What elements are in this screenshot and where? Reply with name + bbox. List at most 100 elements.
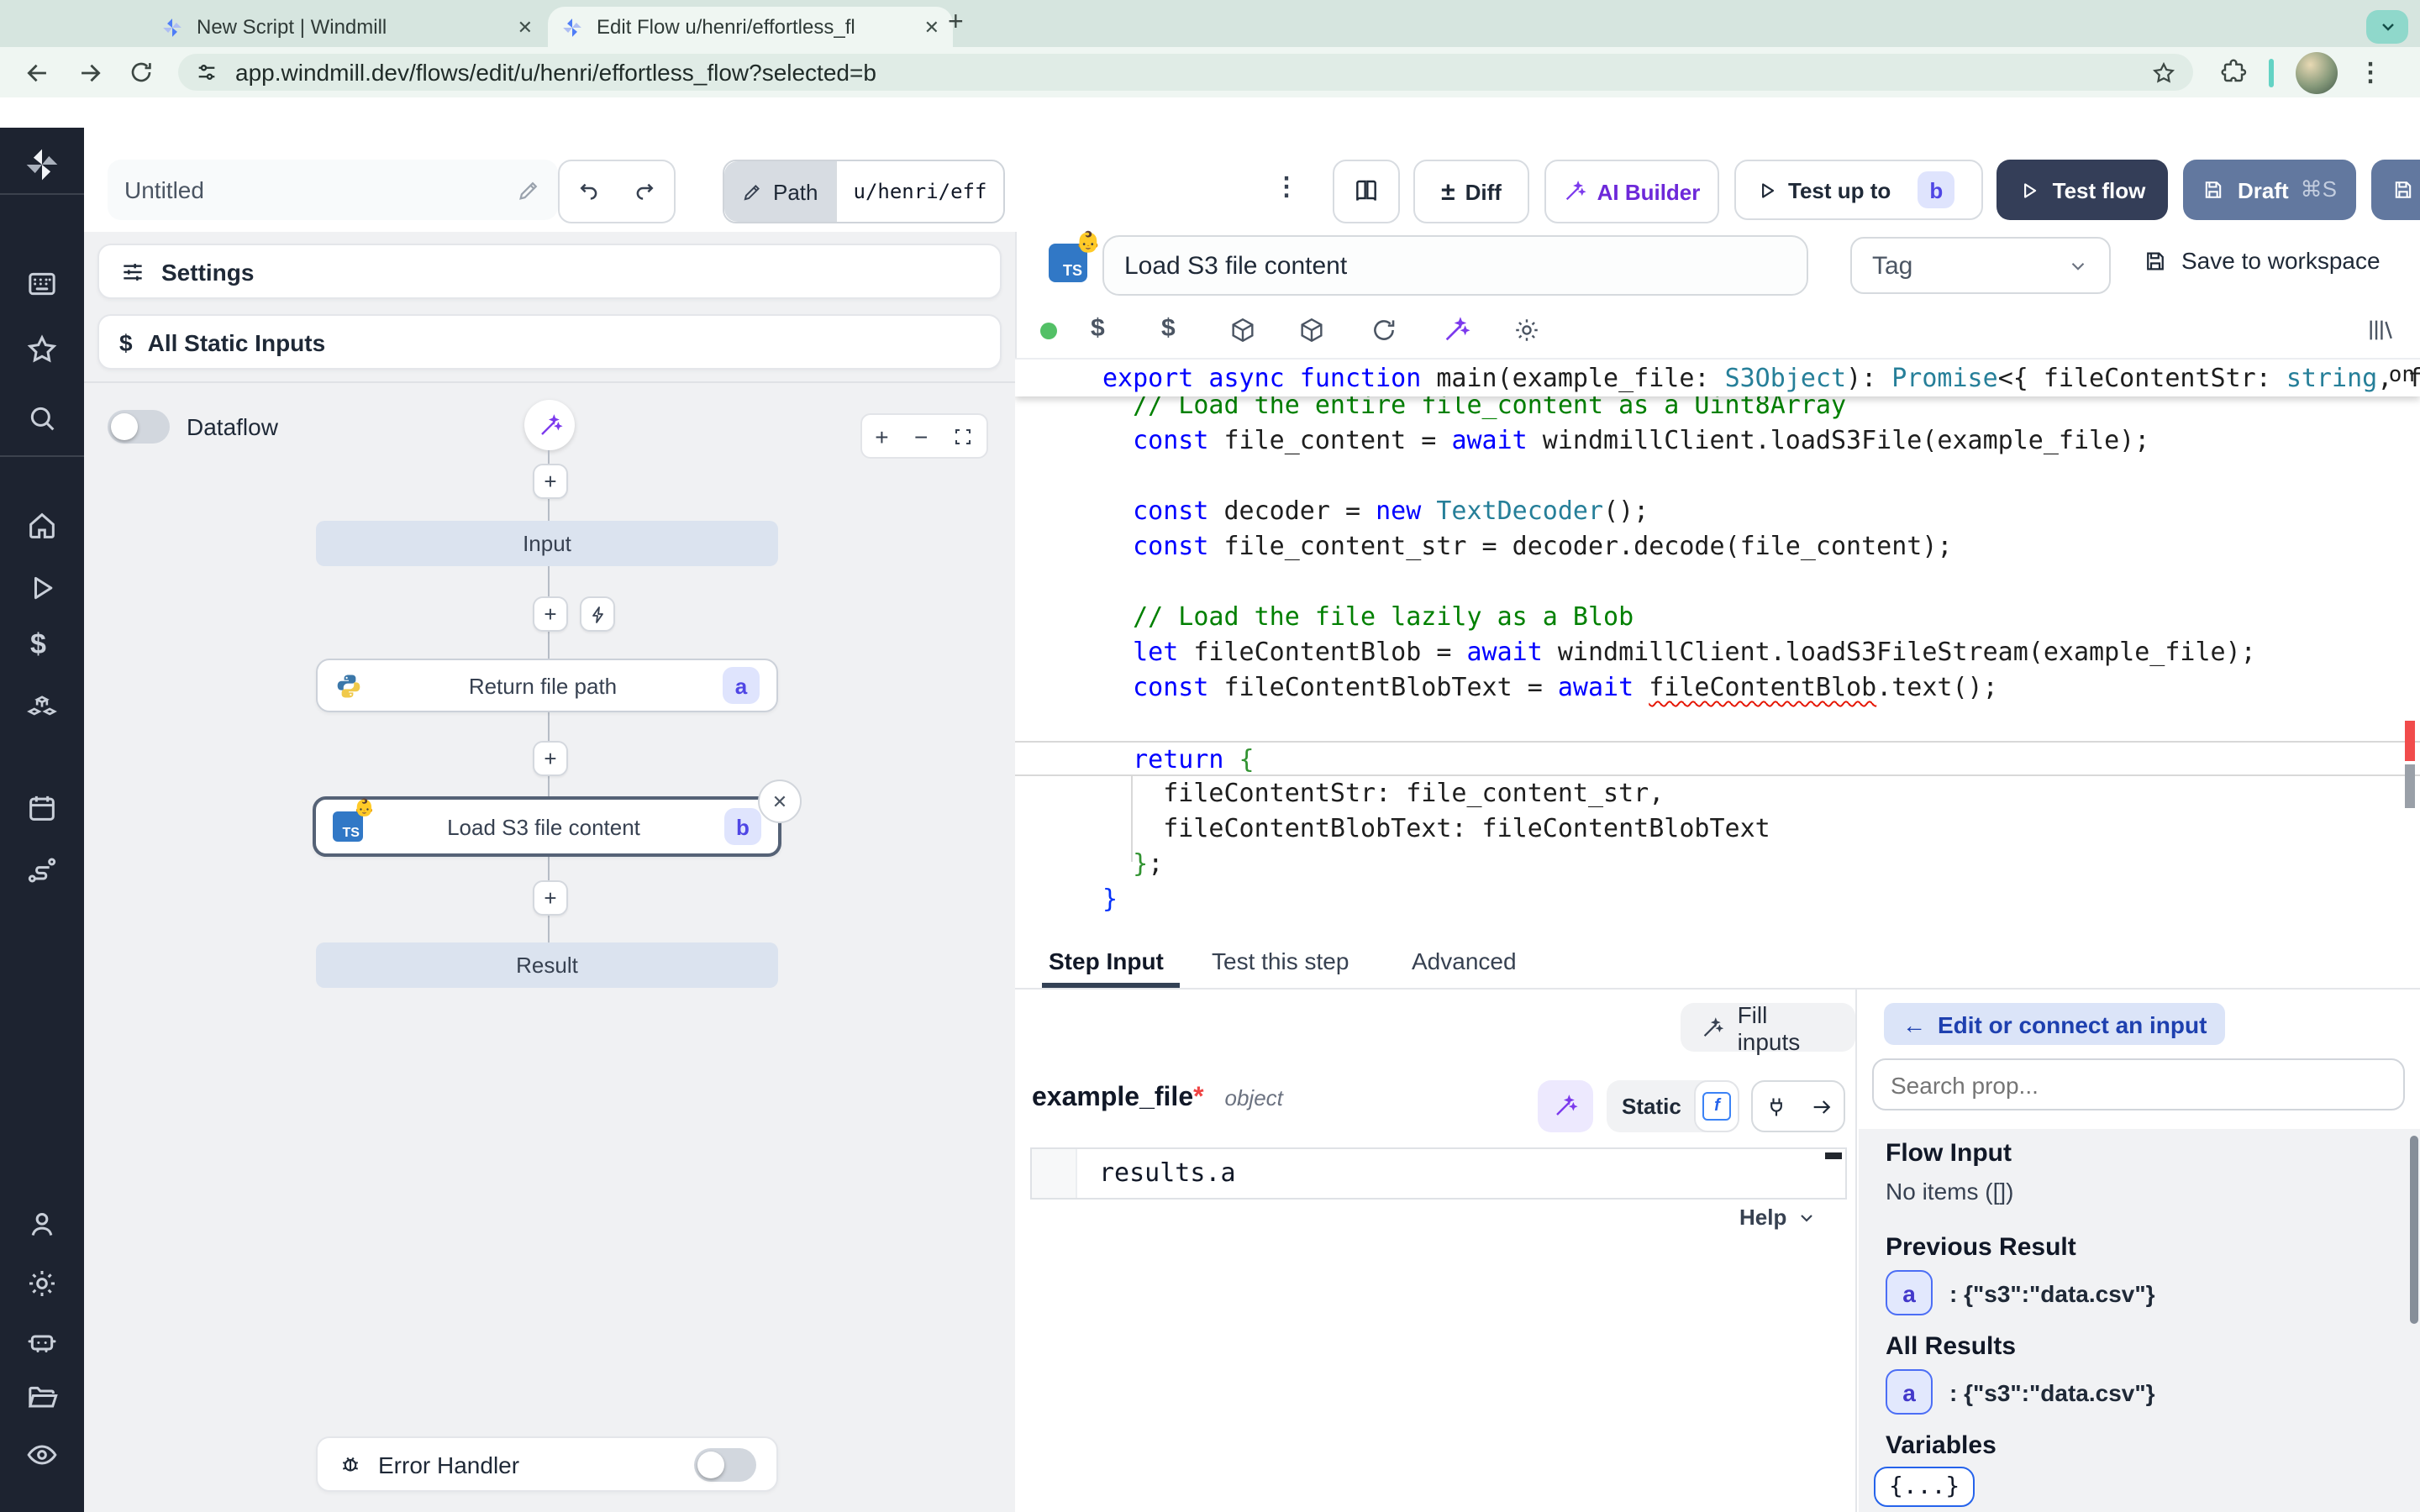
remove-step-button[interactable]: ✕ bbox=[758, 780, 802, 823]
flow-name-field[interactable]: Untitled bbox=[108, 160, 558, 220]
avatar[interactable] bbox=[2296, 51, 2338, 93]
forward-icon[interactable] bbox=[76, 58, 104, 87]
flow-input-node[interactable]: Input bbox=[316, 521, 778, 566]
wand-icon[interactable] bbox=[1442, 316, 1470, 344]
search-icon[interactable] bbox=[25, 402, 59, 435]
step-node-b-selected[interactable]: TS 👶 Load S3 file content b bbox=[313, 796, 781, 857]
add-step-button[interactable]: + bbox=[533, 596, 568, 632]
field-label-row: example_file* object bbox=[1032, 1084, 1283, 1114]
edit-or-connect-button[interactable]: ← Edit or connect an input bbox=[1884, 1003, 2225, 1045]
tab-search-button[interactable] bbox=[2366, 10, 2408, 44]
dataflow-toggle[interactable] bbox=[108, 410, 170, 444]
url-field[interactable]: app.windmill.dev/flows/edit/u/henri/effo… bbox=[178, 54, 2193, 91]
workers-robot-icon[interactable] bbox=[25, 1324, 59, 1357]
editor-scrollbar-thumb[interactable] bbox=[2405, 764, 2415, 808]
site-info-icon[interactable] bbox=[195, 60, 218, 84]
draft-button[interactable]: Draft ⌘S bbox=[2183, 160, 2356, 220]
redo-button[interactable] bbox=[615, 160, 676, 223]
expression-input[interactable]: results.a bbox=[1030, 1147, 1847, 1200]
path-label-segment[interactable]: Path bbox=[724, 161, 835, 222]
audit-eye-icon[interactable] bbox=[25, 1438, 59, 1472]
package-icon[interactable] bbox=[1228, 316, 1257, 344]
extensions-puzzle-icon[interactable] bbox=[2220, 59, 2247, 86]
add-step-button[interactable]: + bbox=[533, 741, 568, 776]
path-value[interactable]: u/henri/eff bbox=[835, 161, 1004, 222]
tab-advanced[interactable]: Advanced bbox=[1412, 934, 1517, 986]
home-icon[interactable] bbox=[25, 509, 59, 543]
error-handler-card[interactable]: Error Handler bbox=[316, 1436, 778, 1492]
connect-scrollbar-thumb[interactable] bbox=[2410, 1136, 2418, 1324]
result-key-badge[interactable]: a bbox=[1886, 1270, 1933, 1315]
javascript-expr-button[interactable]: f bbox=[1695, 1080, 1739, 1132]
search-prop-input[interactable] bbox=[1872, 1058, 2405, 1110]
step-name-input[interactable] bbox=[1102, 235, 1808, 296]
package-icon[interactable] bbox=[1297, 316, 1326, 344]
dollar-icon[interactable]: $ bbox=[1091, 314, 1105, 343]
step-icon-wrap: TS 👶 bbox=[1049, 244, 1087, 284]
ai-flow-wand-button[interactable] bbox=[524, 400, 575, 450]
gear-icon[interactable] bbox=[1512, 316, 1541, 344]
ai-builder-button[interactable]: AI Builder bbox=[1544, 160, 1719, 223]
add-step-button[interactable]: + bbox=[533, 880, 568, 916]
test-flow-button[interactable]: Test flow bbox=[1996, 160, 2168, 220]
wand-icon bbox=[1701, 1016, 1724, 1039]
test-up-to-button[interactable]: Test up to b bbox=[1734, 160, 1983, 220]
tab-close-icon[interactable]: ✕ bbox=[924, 16, 939, 38]
more-options-kebab-icon[interactable]: ⋮ bbox=[1274, 171, 1299, 202]
users-person-icon[interactable] bbox=[25, 1208, 59, 1242]
resources-cubes-icon[interactable] bbox=[25, 692, 59, 726]
undo-button[interactable] bbox=[558, 160, 620, 223]
pencil-icon[interactable] bbox=[516, 177, 541, 202]
variables-dollar-icon[interactable]: $ bbox=[30, 628, 46, 662]
docs-book-button[interactable] bbox=[1333, 160, 1400, 223]
tag-select[interactable]: Tag bbox=[1850, 237, 2111, 294]
fit-view-icon[interactable] bbox=[954, 426, 974, 446]
schedules-calendar-icon[interactable] bbox=[25, 791, 59, 825]
tab-close-icon[interactable]: ✕ bbox=[518, 16, 533, 38]
add-step-button[interactable]: + bbox=[533, 464, 568, 499]
variables-object-badge[interactable]: {...} bbox=[1874, 1467, 1975, 1507]
zoom-out-icon[interactable]: − bbox=[914, 423, 928, 449]
zoom-in-icon[interactable]: + bbox=[875, 423, 888, 449]
refresh-icon[interactable] bbox=[1370, 316, 1398, 344]
all-static-inputs-card[interactable]: $ All Static Inputs bbox=[97, 314, 1002, 370]
reload-icon[interactable] bbox=[128, 59, 155, 86]
tab-step-input[interactable]: Step Input bbox=[1049, 934, 1164, 986]
path-control[interactable]: Path u/henri/eff bbox=[723, 160, 1005, 223]
fill-inputs-button[interactable]: Fill inputs bbox=[1681, 1003, 1855, 1052]
status-dot-icon bbox=[1040, 323, 1057, 339]
previous-result-row[interactable]: a : {"s3":"data.csv"} bbox=[1886, 1270, 2155, 1315]
flow-result-node[interactable]: Result bbox=[316, 942, 778, 988]
folders-folder-icon[interactable] bbox=[25, 1381, 59, 1415]
windmill-logo[interactable] bbox=[24, 146, 60, 183]
all-results-row[interactable]: a : {"s3":"data.csv"} bbox=[1886, 1369, 2155, 1415]
step-node-a[interactable]: Return file path a bbox=[316, 659, 778, 712]
flows-route-icon[interactable] bbox=[25, 853, 59, 887]
settings-gear-icon[interactable] bbox=[25, 1267, 59, 1300]
code-editor[interactable]: // Load the entire file_content as a Uin… bbox=[1015, 358, 2420, 936]
new-tab-button[interactable]: + bbox=[948, 8, 964, 39]
bookmark-star-icon[interactable] bbox=[2151, 60, 2176, 85]
save-to-workspace-button[interactable]: Save to workspace bbox=[2143, 247, 2381, 274]
connect-input-group[interactable] bbox=[1751, 1080, 1845, 1132]
field-ai-wand-button[interactable] bbox=[1538, 1080, 1593, 1132]
app-grid-icon[interactable] bbox=[25, 267, 59, 301]
back-icon[interactable] bbox=[24, 58, 52, 87]
dollar-icon[interactable]: $ bbox=[1161, 314, 1176, 343]
browser-tab-active[interactable]: Edit Flow u/henri/effortless_fl ✕ bbox=[548, 7, 953, 47]
settings-card[interactable]: Settings bbox=[97, 244, 1002, 299]
error-handler-toggle[interactable] bbox=[694, 1447, 756, 1481]
library-icon[interactable] bbox=[2366, 316, 2395, 344]
add-trigger-button[interactable] bbox=[580, 596, 615, 632]
dataflow-toggle-row: Dataflow bbox=[108, 410, 278, 444]
static-toggle-group[interactable]: Static f bbox=[1607, 1080, 1739, 1132]
result-key-badge[interactable]: a bbox=[1886, 1369, 1933, 1415]
browser-menu-kebab-icon[interactable]: ⋮ bbox=[2358, 57, 2383, 87]
tab-test-this-step[interactable]: Test this step bbox=[1212, 934, 1349, 986]
diff-button[interactable]: ± Diff bbox=[1413, 160, 1529, 223]
help-toggle[interactable]: Help bbox=[1739, 1205, 1817, 1230]
runs-play-icon[interactable] bbox=[25, 571, 59, 605]
favorites-star-icon[interactable] bbox=[25, 333, 59, 366]
deploy-button[interactable]: Deploy bbox=[2371, 160, 2420, 220]
browser-tab-inactive[interactable]: New Script | Windmill ✕ bbox=[148, 7, 546, 47]
